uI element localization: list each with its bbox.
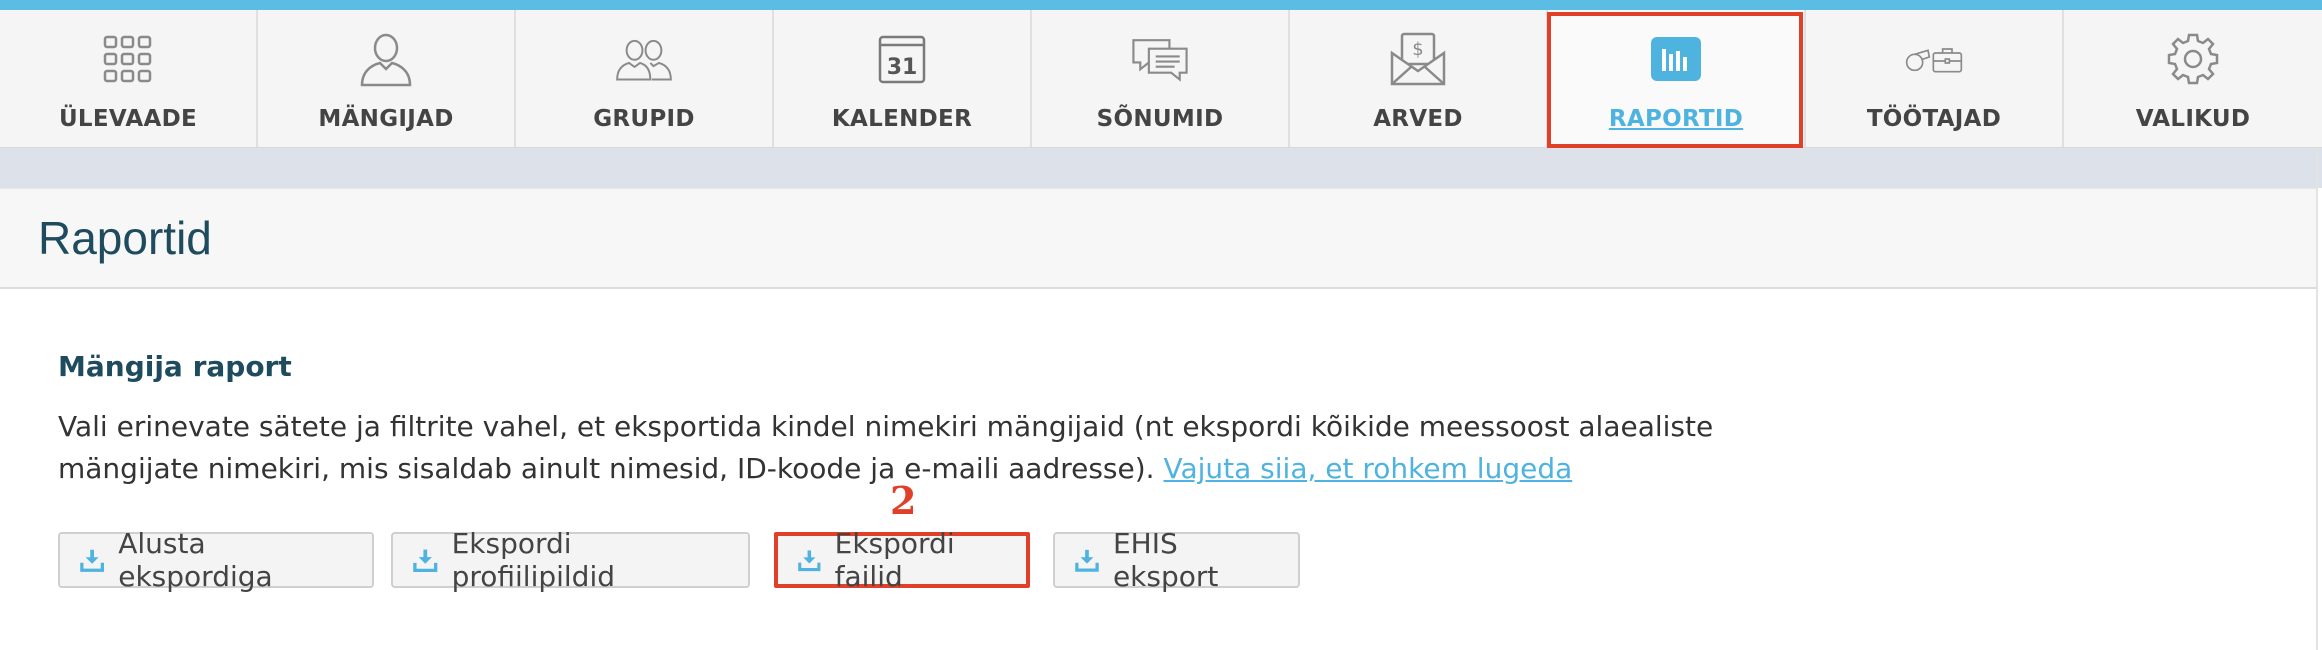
nav-item-settings[interactable]: VALIKUD — [2064, 10, 2322, 147]
chat-icon — [1130, 29, 1190, 89]
ehis-export-button[interactable]: EHIS eksport — [1053, 527, 1300, 593]
grid-icon — [98, 29, 158, 89]
start-export-button[interactable]: Alusta ekspordiga — [58, 527, 374, 593]
nav-item-groups[interactable]: GRUPID — [516, 10, 774, 147]
nav-label-staff: TÖÖTAJAD — [1866, 106, 2002, 132]
gear-icon — [2163, 29, 2223, 89]
page-title: Raportid — [38, 212, 212, 264]
start-export-label: Alusta ekspordiga — [118, 527, 273, 593]
export-files-button[interactable]: Ekspordi failid — [774, 527, 1030, 593]
nav-label-overview: ÜLEVAADE — [58, 106, 198, 132]
nav-label-messages: SÕNUMID — [1096, 106, 1224, 132]
page-separator-band — [0, 148, 2322, 188]
content-right-border — [2316, 148, 2318, 650]
user-icon — [356, 29, 416, 89]
download-icon — [413, 549, 438, 573]
calendar-icon: 31 — [872, 29, 932, 89]
invoice-envelope-icon: $ — [1388, 29, 1448, 89]
top-accent-bar — [0, 0, 2322, 10]
export-profile-pictures-button[interactable]: Ekspordi profiilipildid — [391, 527, 750, 593]
download-icon — [80, 549, 105, 572]
highlight-box-reports — [1547, 12, 1803, 148]
section-description: Vali erinevate sätete ja filtrite vahel,… — [58, 406, 1778, 490]
nav-label-settings: VALIKUD — [2135, 106, 2251, 132]
nav-label-players: MÄNGIJAD — [318, 106, 454, 132]
calendar-day: 31 — [886, 55, 918, 80]
download-icon — [798, 550, 821, 572]
users-icon — [614, 29, 674, 89]
read-more-link[interactable]: Vajuta siia, et rohkem lugeda — [1163, 452, 1572, 485]
nav-label-invoices: ARVED — [1373, 106, 1463, 132]
whistle-briefcase-icon — [1904, 29, 1964, 89]
nav-item-players[interactable]: MÄNGIJAD — [258, 10, 516, 147]
nav-label-groups: GRUPID — [593, 106, 695, 132]
ehis-export-label: EHIS eksport — [1112, 527, 1219, 593]
annotation-number-2: 2 — [890, 478, 917, 523]
nav-item-calendar[interactable]: 31 KALENDER — [774, 10, 1032, 147]
nav-item-staff[interactable]: TÖÖTAJAD — [1806, 10, 2064, 147]
section-title: Mängija raport — [58, 350, 292, 383]
nav-label-calendar: KALENDER — [831, 106, 973, 132]
nav-item-overview[interactable]: ÜLEVAADE — [0, 10, 258, 147]
page-header: Raportid — [0, 188, 2316, 289]
svg-text:$: $ — [1412, 39, 1423, 60]
export-files-label: Ekspordi failid — [834, 527, 955, 593]
nav-item-messages[interactable]: SÕNUMID — [1032, 10, 1290, 147]
main-navigation: ÜLEVAADE MÄNGIJAD GRUPID 31 KALENDER SÕN… — [0, 10, 2322, 149]
export-profile-pictures-label: Ekspordi profiilipildid — [451, 527, 616, 593]
download-icon — [1075, 549, 1099, 572]
nav-item-invoices[interactable]: $ ARVED — [1290, 10, 1548, 147]
